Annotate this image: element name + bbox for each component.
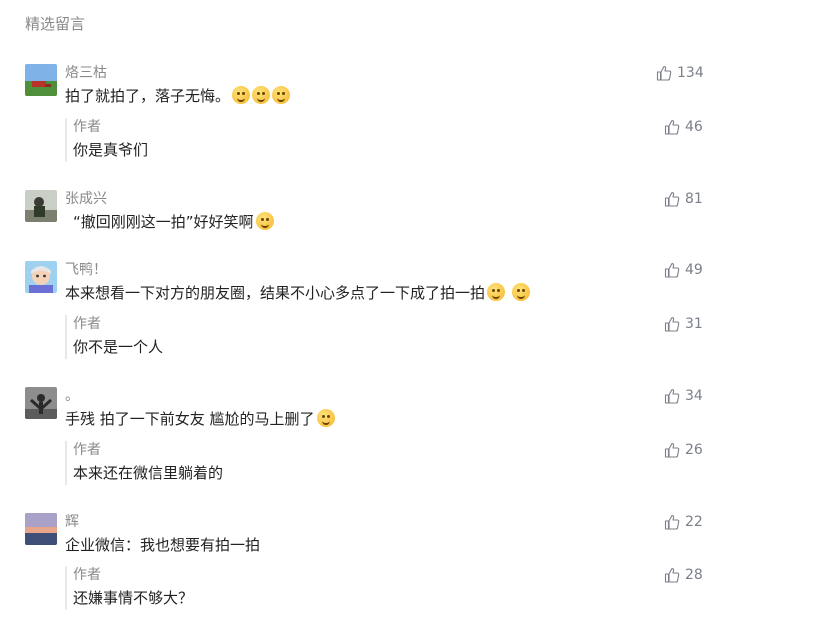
thumbs-up-icon: [664, 316, 680, 332]
comment-nickname: 张成兴: [65, 191, 107, 207]
reply-divider: [65, 315, 67, 359]
reply-author: 作者: [73, 567, 101, 583]
reply-author: 作者: [73, 316, 101, 332]
like-button[interactable]: 81: [664, 189, 703, 209]
avatar[interactable]: [25, 64, 57, 96]
comment-nickname: 烙三枯: [65, 65, 107, 81]
avatar[interactable]: [25, 513, 57, 545]
like-button[interactable]: 31: [664, 314, 703, 334]
like-button[interactable]: 28: [664, 565, 703, 585]
reply-divider: [65, 441, 67, 485]
reply-content: 本来还在微信里躺着的: [73, 464, 224, 482]
comment-nickname: 辉: [65, 514, 79, 530]
avatar[interactable]: [25, 387, 57, 419]
thumbs-up-icon: [664, 514, 680, 530]
thumbs-up-icon: [664, 191, 680, 207]
like-button[interactable]: 22: [664, 512, 703, 532]
thinking-emoji: [232, 86, 251, 104]
thumbs-up-icon: [664, 567, 680, 583]
comment-nickname: 。: [65, 388, 79, 404]
avatar[interactable]: [25, 261, 57, 293]
like-count: 22: [685, 514, 703, 530]
comment-content: 企业微信：我也想要有拍一拍: [65, 536, 261, 554]
thumbs-up-icon: [664, 442, 680, 458]
like-count: 34: [685, 388, 703, 404]
reply-content: 还嫌事情不够大？: [73, 589, 194, 607]
like-button[interactable]: 26: [664, 440, 703, 460]
avatar[interactable]: [25, 190, 57, 222]
like-button[interactable]: 46: [664, 117, 703, 137]
thumbs-up-icon: [664, 262, 680, 278]
reply-content: 你不是一个人: [73, 338, 164, 356]
like-count: 134: [677, 65, 704, 81]
thumbs-up-icon: [664, 388, 680, 404]
comment-content: 本来想看一下对方的朋友圈，结果不小心多点了一下成了拍一拍: [65, 282, 530, 304]
reply-author: 作者: [73, 442, 101, 458]
comment-nickname: 飞鸭！: [65, 262, 107, 278]
thinking-emoji: [252, 86, 271, 104]
thinking-emoji: [272, 86, 291, 104]
pleading-emoji: [316, 409, 335, 427]
like-count: 26: [685, 442, 703, 458]
section-title: 精选留言: [25, 15, 86, 33]
like-button[interactable]: 34: [664, 386, 703, 406]
comment-content: 手残 拍了一下前女友 尴尬的马上删了: [65, 408, 335, 430]
like-button[interactable]: 49: [664, 260, 703, 280]
comment-content: “撤回刚刚这一拍”好好笑啊: [73, 211, 274, 233]
rofl-emoji: [255, 212, 274, 230]
thumbs-up-icon: [656, 65, 672, 81]
reply-author: 作者: [73, 119, 101, 135]
tears-of-joy-emoji: [487, 283, 506, 301]
reply-content: 你是真爷们: [73, 141, 149, 159]
comment-content: 拍了就拍了，落子无悔。: [65, 85, 291, 107]
reply-divider: [65, 566, 67, 610]
tears-of-joy-emoji: [511, 283, 530, 301]
like-count: 28: [685, 567, 703, 583]
like-count: 49: [685, 262, 703, 278]
thumbs-up-icon: [664, 119, 680, 135]
like-count: 31: [685, 316, 703, 332]
like-count: 46: [685, 119, 703, 135]
reply-divider: [65, 118, 67, 162]
like-button[interactable]: 134: [656, 63, 704, 83]
like-count: 81: [685, 191, 703, 207]
